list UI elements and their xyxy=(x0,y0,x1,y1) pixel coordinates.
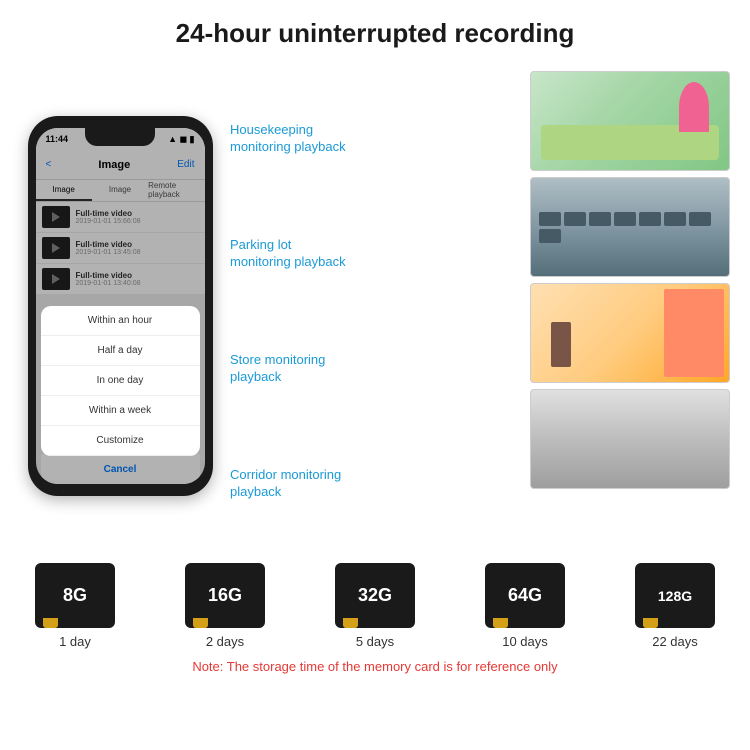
cards-row: 8G 1 day 16G 2 days 32G 5 days 64G 10 da… xyxy=(20,563,730,649)
storage-section: 8G 1 day 16G 2 days 32G 5 days 64G 10 da… xyxy=(0,551,750,678)
card-item-128g: 128G 22 days xyxy=(620,563,730,649)
card-days-8g: 1 day xyxy=(59,634,91,649)
label-store: Store monitoringplayback xyxy=(230,352,522,386)
monitoring-images xyxy=(530,71,730,551)
image-parking xyxy=(530,177,730,277)
main-content: 11:44 ▲ ◼ ▮ < Image Edit Image Image Rem… xyxy=(0,61,750,551)
car-3 xyxy=(589,212,611,226)
right-panel: Housekeepingmonitoring playback Parking … xyxy=(230,61,730,551)
car-2 xyxy=(564,212,586,226)
dropdown-item-3[interactable]: In one day xyxy=(41,366,200,396)
page-title: 24-hour uninterrupted recording xyxy=(0,18,750,49)
card-item-16g: 16G 2 days xyxy=(170,563,280,649)
image-store xyxy=(530,283,730,383)
sd-card-8g: 8G xyxy=(35,563,115,628)
label-housekeeping: Housekeepingmonitoring playback xyxy=(230,122,522,156)
phone-mockup: 11:44 ▲ ◼ ▮ < Image Edit Image Image Rem… xyxy=(28,116,213,496)
sd-card-128g: 128G xyxy=(635,563,715,628)
arrow-store xyxy=(729,350,730,362)
sd-card-label-8g: 8G xyxy=(63,585,87,606)
sd-card-32g: 32G xyxy=(335,563,415,628)
monitoring-labels: Housekeepingmonitoring playback Parking … xyxy=(230,71,522,551)
card-days-32g: 5 days xyxy=(356,634,394,649)
image-corridor xyxy=(530,389,730,489)
sd-card-label-16g: 16G xyxy=(208,585,242,606)
arrow-corridor xyxy=(729,456,730,468)
card-item-8g: 8G 1 day xyxy=(20,563,130,649)
label-corridor: Corridor monitoringplayback xyxy=(230,467,522,501)
sd-card-label-128g: 128G xyxy=(658,588,692,604)
car-4 xyxy=(614,212,636,226)
card-days-64g: 10 days xyxy=(502,634,548,649)
scene-cars xyxy=(531,178,729,276)
sd-card-64g: 64G xyxy=(485,563,565,628)
sd-card-label-64g: 64G xyxy=(508,585,542,606)
car-8 xyxy=(539,229,561,243)
dropdown-menu[interactable]: Within an hour Half a day In one day Wit… xyxy=(41,306,200,456)
image-housekeeping xyxy=(530,71,730,171)
car-1 xyxy=(539,212,561,226)
arrow-housekeeping xyxy=(729,138,730,150)
card-days-16g: 2 days xyxy=(206,634,244,649)
arrow-parking xyxy=(729,244,730,256)
dropdown-item-2[interactable]: Half a day xyxy=(41,336,200,366)
label-parking: Parking lotmonitoring playback xyxy=(230,237,522,271)
dropdown-item-4[interactable]: Within a week xyxy=(41,396,200,426)
dropdown-item-1[interactable]: Within an hour xyxy=(41,306,200,336)
card-item-64g: 64G 10 days xyxy=(470,563,580,649)
scene-child xyxy=(679,82,709,132)
sd-card-label-32g: 32G xyxy=(358,585,392,606)
storage-note: Note: The storage time of the memory car… xyxy=(20,655,730,678)
page-header: 24-hour uninterrupted recording xyxy=(0,0,750,61)
phone-mockup-container: 11:44 ▲ ◼ ▮ < Image Edit Image Image Rem… xyxy=(20,61,220,551)
car-7 xyxy=(689,212,711,226)
scene-shelves xyxy=(664,289,724,377)
scene-person xyxy=(551,322,571,367)
phone-notch xyxy=(85,128,155,146)
car-6 xyxy=(664,212,686,226)
sd-card-16g: 16G xyxy=(185,563,265,628)
card-item-32g: 32G 5 days xyxy=(320,563,430,649)
card-days-128g: 22 days xyxy=(652,634,698,649)
car-5 xyxy=(639,212,661,226)
phone-screen: 11:44 ▲ ◼ ▮ < Image Edit Image Image Rem… xyxy=(36,128,205,484)
dropdown-item-5[interactable]: Customize xyxy=(41,426,200,456)
